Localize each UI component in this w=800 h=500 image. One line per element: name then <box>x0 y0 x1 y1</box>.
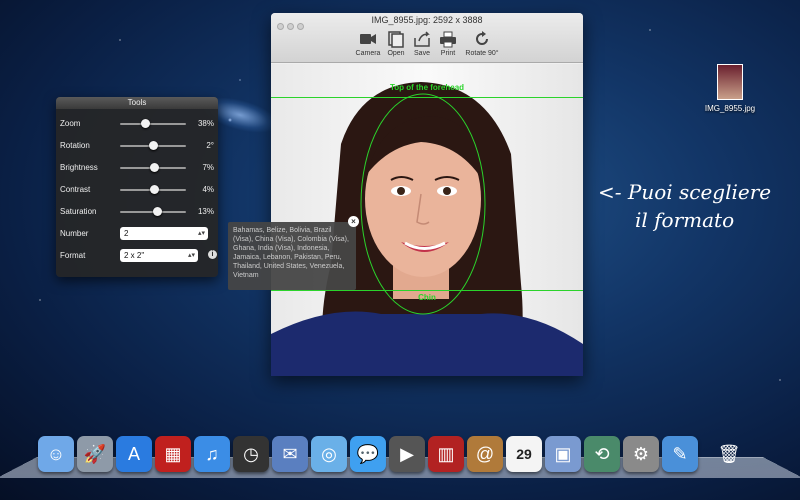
forehead-guide-label: Top of the forehead <box>389 83 465 92</box>
window-titlebar: IMG_8955.jpg: 2592 x 3888 Camera Open Sa… <box>271 13 583 63</box>
chin-guide-line <box>271 290 583 291</box>
rotation-row: Rotation 2° <box>60 139 214 153</box>
contrast-value: 4% <box>202 185 214 194</box>
xcode-icon[interactable]: ✎ <box>662 436 698 472</box>
portrait-illustration <box>271 82 583 376</box>
file-thumbnail <box>717 64 743 100</box>
rotate-icon <box>476 31 488 45</box>
annotation-text: <- Puoi scegliere il formato <box>598 178 771 234</box>
print-label: Print <box>440 50 456 57</box>
format-row: Format 2 x 2" ▴▾ i <box>60 249 217 263</box>
rotation-slider-knob[interactable] <box>149 141 158 150</box>
itunes-icon[interactable]: ♫ <box>194 436 230 472</box>
zoom-label: Zoom <box>60 119 81 128</box>
forehead-guide-line <box>271 97 583 98</box>
desktop-file-label: IMG_8955.jpg <box>704 104 756 113</box>
brightness-slider[interactable] <box>120 163 186 172</box>
address-book-icon[interactable]: @ <box>467 436 503 472</box>
calendar-icon[interactable]: 29 <box>506 436 542 472</box>
tooltip-text: Bahamas, Belize, Bolivia, Brazil (Visa),… <box>233 227 349 279</box>
window-title: IMG_8955.jpg: 2592 x 3888 <box>371 15 483 25</box>
time-machine-icon[interactable]: ⟲ <box>584 436 620 472</box>
select-arrows-icon: ▴▾ <box>187 252 195 259</box>
photo-booth-icon[interactable]: ▦ <box>155 436 191 472</box>
photo-booth-2-icon[interactable]: ▥ <box>428 436 464 472</box>
zoom-slider-knob[interactable] <box>141 119 151 128</box>
contrast-row: Contrast 4% <box>60 183 214 197</box>
system-preferences-icon[interactable]: ⚙ <box>623 436 659 472</box>
saturation-slider[interactable] <box>120 207 186 216</box>
number-label: Number <box>60 229 89 238</box>
portrait-photo: Top of the forehead Chin <box>271 64 583 376</box>
tools-panel-title: Tools <box>56 97 218 109</box>
brightness-row: Brightness 7% <box>60 161 214 175</box>
contrast-slider-knob[interactable] <box>149 185 159 194</box>
contrast-label: Contrast <box>60 185 91 194</box>
zoom-row: Zoom 38% <box>60 117 214 131</box>
iphoto-icon[interactable]: ▣ <box>545 436 581 472</box>
facetime-icon[interactable]: ▶ <box>389 436 425 472</box>
dock: ☺ 🚀 A ▦ ♫ ◷ ✉ ◎ 💬 ▶ ▥ @29 ▣ ⟲ ⚙ ✎ 🗑 <box>38 436 747 472</box>
brightness-slider-knob[interactable] <box>150 163 160 172</box>
annotation-line-2: il formato <box>635 208 735 232</box>
rotate-button[interactable]: Rotate 90° <box>462 30 502 57</box>
info-icon[interactable]: i <box>208 250 217 259</box>
desktop-file-icon[interactable]: IMG_8955.jpg <box>700 64 760 113</box>
dashboard-icon[interactable]: ◷ <box>233 436 269 472</box>
tooltip-close-icon[interactable]: × <box>348 216 359 227</box>
format-value: 2 x 2" <box>124 251 145 260</box>
brightness-label: Brightness <box>60 163 98 172</box>
finder-icon[interactable]: ☺ <box>38 436 74 472</box>
print-icon <box>440 31 456 48</box>
rotation-label: Rotation <box>60 141 90 150</box>
number-row: Number 2 ▴▾ <box>60 227 214 241</box>
zoom-slider[interactable] <box>120 119 186 128</box>
safari-icon[interactable]: ◎ <box>311 436 347 472</box>
saturation-value: 13% <box>197 207 214 216</box>
format-select[interactable]: 2 x 2" ▴▾ <box>120 249 198 262</box>
saturation-row: Saturation 13% <box>60 205 214 219</box>
rotation-value: 2° <box>206 141 214 150</box>
number-value: 2 <box>124 229 129 238</box>
format-label: Format <box>60 251 86 260</box>
saturation-label: Saturation <box>60 207 97 216</box>
tools-panel: Tools Zoom 38% Rotation 2° Brightness 7%… <box>56 97 218 277</box>
photo-window: IMG_8955.jpg: 2592 x 3888 Camera Open Sa… <box>271 13 583 376</box>
app-store-icon[interactable]: A <box>116 436 152 472</box>
zoom-value: 38% <box>197 119 214 128</box>
trash-icon[interactable]: 🗑 <box>711 436 747 472</box>
camera-icon <box>360 34 376 44</box>
launchpad-icon[interactable]: 🚀 <box>77 436 113 472</box>
number-stepper[interactable]: 2 ▴▾ <box>120 227 208 240</box>
chin-guide-label: Chin <box>418 293 436 302</box>
rotation-slider[interactable] <box>120 141 186 150</box>
annotation-line-1: <- Puoi scegliere <box>598 180 772 204</box>
messages-icon[interactable]: 💬 <box>350 436 386 472</box>
saturation-slider-knob[interactable] <box>152 207 162 216</box>
brightness-value: 7% <box>202 163 214 172</box>
mail-icon[interactable]: ✉ <box>272 436 308 472</box>
format-countries-tooltip: Bahamas, Belize, Bolivia, Brazil (Visa),… <box>228 222 356 290</box>
contrast-slider[interactable] <box>120 185 186 194</box>
stepper-arrows-icon: ▴▾ <box>197 230 205 237</box>
rotate-label: Rotate 90° <box>465 50 499 57</box>
